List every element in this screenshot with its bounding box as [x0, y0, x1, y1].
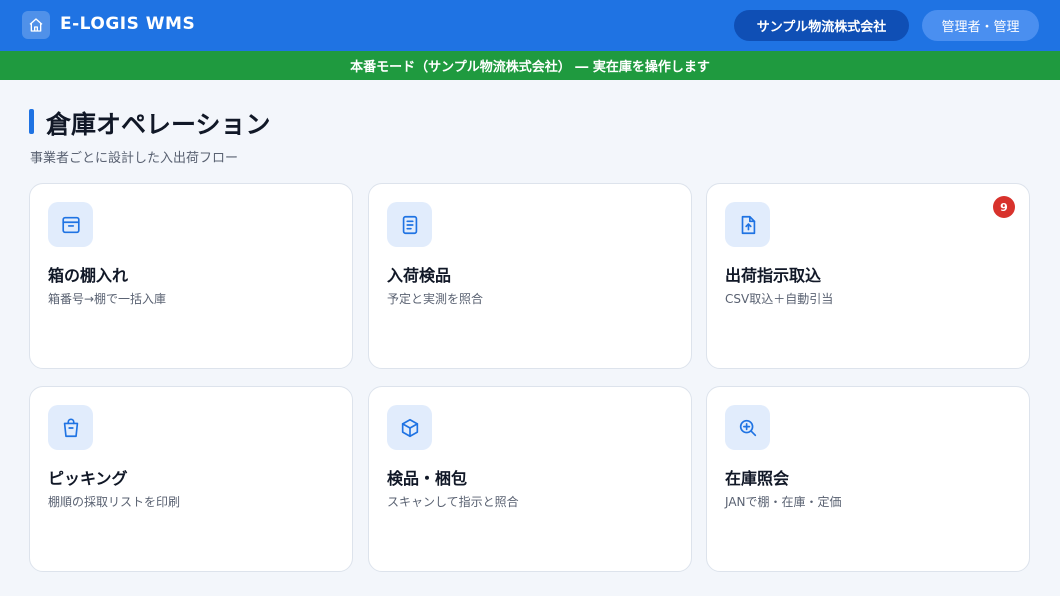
home-icon	[28, 17, 44, 33]
card-title: 入荷検品	[387, 266, 452, 285]
card-description: JANで棚・在庫・定価	[725, 495, 842, 509]
card-description: 箱番号→棚で一括入庫	[48, 292, 167, 306]
card-description: 予定と実測を照合	[387, 292, 484, 306]
home-button[interactable]	[22, 11, 50, 39]
card-shipping-import[interactable]: 9 出荷指示取込 CSV取込＋自動引当	[706, 183, 1030, 369]
card-box-putaway[interactable]: 箱の棚入れ 箱番号→棚で一括入庫	[29, 183, 353, 369]
card-picking[interactable]: ピッキング 棚順の採取リストを印刷	[29, 386, 353, 572]
notification-badge: 9	[993, 196, 1015, 218]
card-description: CSV取込＋自動引当	[725, 292, 834, 306]
top-bar: E-LOGIS WMS サンプル物流株式会社 管理者・管理	[0, 0, 1060, 51]
card-description: 棚順の採取リストを印刷	[48, 495, 181, 509]
card-title: 出荷指示取込	[725, 266, 822, 285]
company-selector[interactable]: サンプル物流株式会社	[734, 10, 909, 41]
card-description: スキャンして指示と照合	[387, 495, 519, 509]
shopping-bag-icon	[48, 405, 93, 450]
card-inbound-inspection[interactable]: 入荷検品 予定と実測を照合	[368, 183, 692, 369]
file-upload-icon	[725, 202, 770, 247]
mode-banner: 本番モード（サンプル物流株式会社） ― 実在庫を操作します	[0, 51, 1060, 80]
section-subtitle: 事業者ごとに設計した入出荷フロー	[30, 151, 239, 166]
document-icon	[387, 202, 432, 247]
app-title: E-LOGIS WMS	[60, 14, 196, 34]
section-title: 倉庫オペレーション	[46, 110, 271, 139]
card-title: 検品・梱包	[387, 469, 468, 488]
card-inventory-lookup[interactable]: 在庫照会 JANで棚・在庫・定価	[706, 386, 1030, 572]
zoom-search-icon	[725, 405, 770, 450]
package-box-icon	[387, 405, 432, 450]
archive-box-icon	[48, 202, 93, 247]
user-menu[interactable]: 管理者・管理	[922, 10, 1039, 41]
card-inspect-pack[interactable]: 検品・梱包 スキャンして指示と照合	[368, 386, 692, 572]
card-title: 箱の棚入れ	[48, 266, 129, 285]
section-accent-bar	[29, 109, 34, 134]
card-title: 在庫照会	[725, 469, 790, 488]
card-title: ピッキング	[48, 469, 128, 488]
